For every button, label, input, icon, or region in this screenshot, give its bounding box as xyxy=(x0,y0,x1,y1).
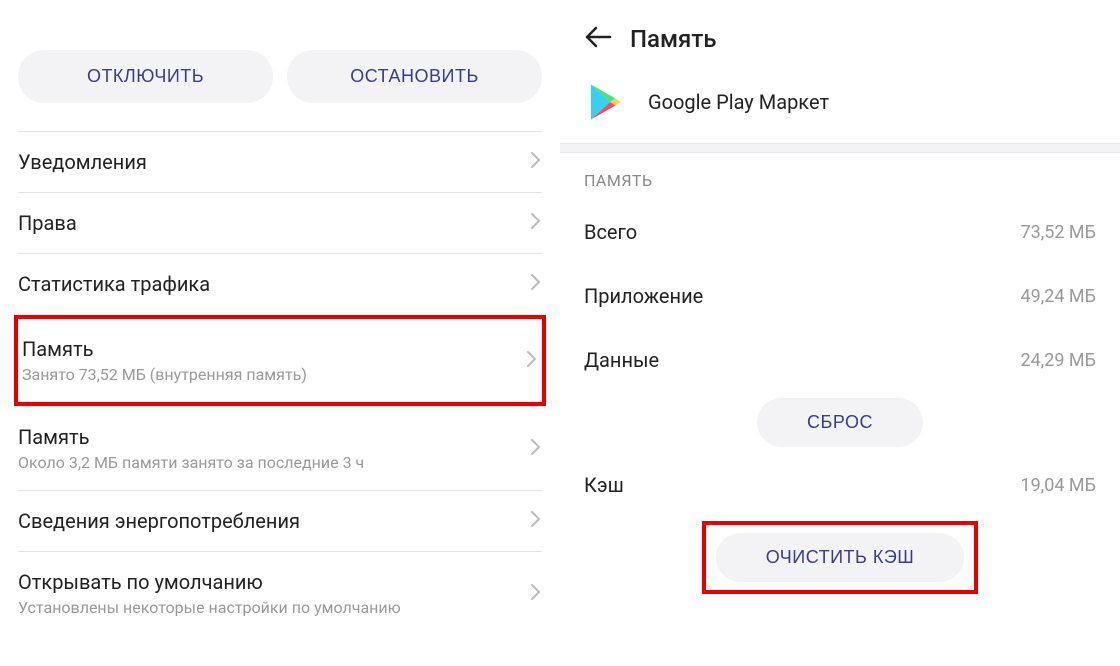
memory-item[interactable]: Память Около 3,2 МБ памяти занято за пос… xyxy=(18,406,542,491)
total-row: Всего 73,52 МБ xyxy=(560,200,1120,264)
item-title: Сведения энергопотребления xyxy=(18,509,530,533)
chevron-right-icon xyxy=(530,150,542,174)
separator xyxy=(560,143,1120,153)
item-title: Статистика трафика xyxy=(18,272,530,296)
app-info-pane: ОТКЛЮЧИТЬ ОСТАНОВИТЬ Уведомления Права С… xyxy=(0,0,560,666)
data-row-stat: Данные 24,29 МБ xyxy=(560,328,1120,392)
item-title: Память xyxy=(22,337,526,361)
storage-item[interactable]: Память Занято 73,52 МБ (внутренняя памят… xyxy=(22,319,538,402)
notifications-item[interactable]: Уведомления xyxy=(18,131,542,193)
section-label: ПАМЯТЬ xyxy=(560,153,1120,200)
chevron-right-icon xyxy=(530,272,542,296)
page-title: Память xyxy=(630,25,716,53)
app-name: Google Play Маркет xyxy=(648,90,829,114)
clear-cache-button[interactable]: ОЧИСТИТЬ КЭШ xyxy=(716,533,965,582)
stop-button[interactable]: ОСТАНОВИТЬ xyxy=(287,50,542,103)
disable-button[interactable]: ОТКЛЮЧИТЬ xyxy=(18,50,273,103)
highlight-clear-cache: ОЧИСТИТЬ КЭШ xyxy=(702,521,979,594)
chevron-right-icon xyxy=(530,437,542,461)
clear-cache-wrap: ОЧИСТИТЬ КЭШ xyxy=(560,517,1120,604)
chevron-right-icon xyxy=(530,211,542,235)
data-value: 24,29 МБ xyxy=(1020,350,1096,371)
item-title: Память xyxy=(18,425,530,449)
settings-list: Уведомления Права Статистика трафика Пам… xyxy=(18,131,542,635)
item-subtitle: Установлены некоторые настройки по умолч… xyxy=(18,598,530,617)
item-subtitle: Около 3,2 МБ памяти занято за последние … xyxy=(18,453,530,472)
item-title: Открывать по умолчанию xyxy=(18,570,530,594)
app-value: 49,24 МБ xyxy=(1020,286,1096,307)
cache-label: Кэш xyxy=(584,473,624,497)
permissions-item[interactable]: Права xyxy=(18,193,542,254)
cache-value: 19,04 МБ xyxy=(1020,475,1096,496)
total-label: Всего xyxy=(584,220,637,244)
chevron-right-icon xyxy=(526,349,538,373)
app-label: Приложение xyxy=(584,284,703,308)
cache-row-stat: Кэш 19,04 МБ xyxy=(560,453,1120,517)
back-arrow-icon[interactable] xyxy=(584,22,612,55)
reset-button[interactable]: СБРОС xyxy=(757,398,923,447)
header: Память xyxy=(560,0,1120,69)
item-title: Права xyxy=(18,211,530,235)
google-play-icon xyxy=(584,81,626,123)
total-value: 73,52 МБ xyxy=(1020,222,1096,243)
traffic-stats-item[interactable]: Статистика трафика xyxy=(18,254,542,315)
open-by-default-item[interactable]: Открывать по умолчанию Установлены некот… xyxy=(18,552,542,635)
data-label: Данные xyxy=(584,348,659,372)
reset-wrap: СБРОС xyxy=(560,392,1120,453)
action-buttons-row: ОТКЛЮЧИТЬ ОСТАНОВИТЬ xyxy=(18,0,542,131)
highlight-storage: Память Занято 73,52 МБ (внутренняя памят… xyxy=(14,315,546,406)
item-title: Уведомления xyxy=(18,150,530,174)
chevron-right-icon xyxy=(530,582,542,606)
chevron-right-icon xyxy=(530,509,542,533)
power-usage-item[interactable]: Сведения энергопотребления xyxy=(18,491,542,552)
item-subtitle: Занято 73,52 МБ (внутренняя память) xyxy=(22,365,526,384)
app-row: Google Play Маркет xyxy=(560,69,1120,143)
app-row-stat: Приложение 49,24 МБ xyxy=(560,264,1120,328)
storage-detail-pane: Память Google Play Маркет ПАМЯТЬ Всего 7… xyxy=(560,0,1120,666)
